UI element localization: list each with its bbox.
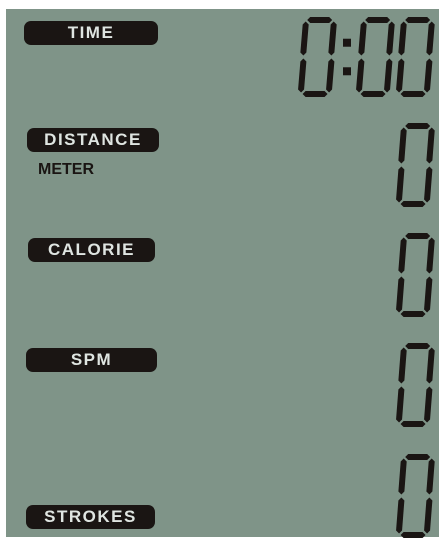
strokes-label: STROKES xyxy=(26,505,155,529)
digit-segment xyxy=(405,17,431,23)
digit-segment xyxy=(396,386,405,423)
digit-segment xyxy=(400,91,426,97)
calorie-label: CALORIE xyxy=(28,238,155,262)
digit-segment xyxy=(298,58,307,93)
digit-segment xyxy=(405,233,431,239)
digit-segment xyxy=(396,166,405,203)
digit-segment xyxy=(400,421,426,427)
digit-segment xyxy=(326,58,335,93)
digit-segment xyxy=(398,458,407,495)
digit-segment xyxy=(426,237,435,274)
digit-segment xyxy=(307,17,333,23)
digit-segment xyxy=(424,166,433,203)
colon-dot xyxy=(343,67,351,76)
digit-segment xyxy=(424,58,433,93)
digit-segment xyxy=(426,458,435,495)
digit-segment xyxy=(396,497,405,534)
digit-segment xyxy=(400,311,426,317)
lcd-display-panel: TIME DISTANCE METER CALORIE SPM STROKES xyxy=(6,9,439,538)
calorie-value-display xyxy=(396,233,435,317)
digit-segment xyxy=(398,237,407,274)
distance-unit-label: METER xyxy=(38,161,94,178)
digit-segment xyxy=(400,532,426,538)
digit-segment xyxy=(405,454,431,460)
digit-segment xyxy=(386,21,395,56)
digit-segment xyxy=(360,91,386,97)
digit-segment xyxy=(398,21,407,56)
digit-segment xyxy=(358,21,367,56)
distance-value-display xyxy=(396,123,435,207)
digit-segment xyxy=(384,58,393,93)
time-value-display xyxy=(298,17,435,97)
digit-segment xyxy=(405,343,431,349)
digit-segment xyxy=(424,276,433,313)
digit-segment xyxy=(396,276,405,313)
digit-segment xyxy=(365,17,391,23)
digit-segment xyxy=(302,91,328,97)
digit-segment xyxy=(426,127,435,164)
digit-segment xyxy=(424,386,433,423)
spm-label: SPM xyxy=(26,348,157,372)
digit-segment xyxy=(300,21,309,56)
digit-segment xyxy=(400,201,426,207)
digit-segment xyxy=(424,497,433,534)
digit-segment xyxy=(398,347,407,384)
spm-value-display xyxy=(396,343,435,427)
time-label: TIME xyxy=(24,21,158,45)
strokes-value-display xyxy=(396,454,435,538)
digit-segment xyxy=(405,123,431,129)
digit-segment xyxy=(356,58,365,93)
distance-label: DISTANCE xyxy=(27,128,159,152)
colon-dot xyxy=(343,38,351,47)
digit-segment xyxy=(426,347,435,384)
digit-segment xyxy=(426,21,435,56)
digit-segment xyxy=(328,21,337,56)
digit-segment xyxy=(396,58,405,93)
digit-segment xyxy=(398,127,407,164)
